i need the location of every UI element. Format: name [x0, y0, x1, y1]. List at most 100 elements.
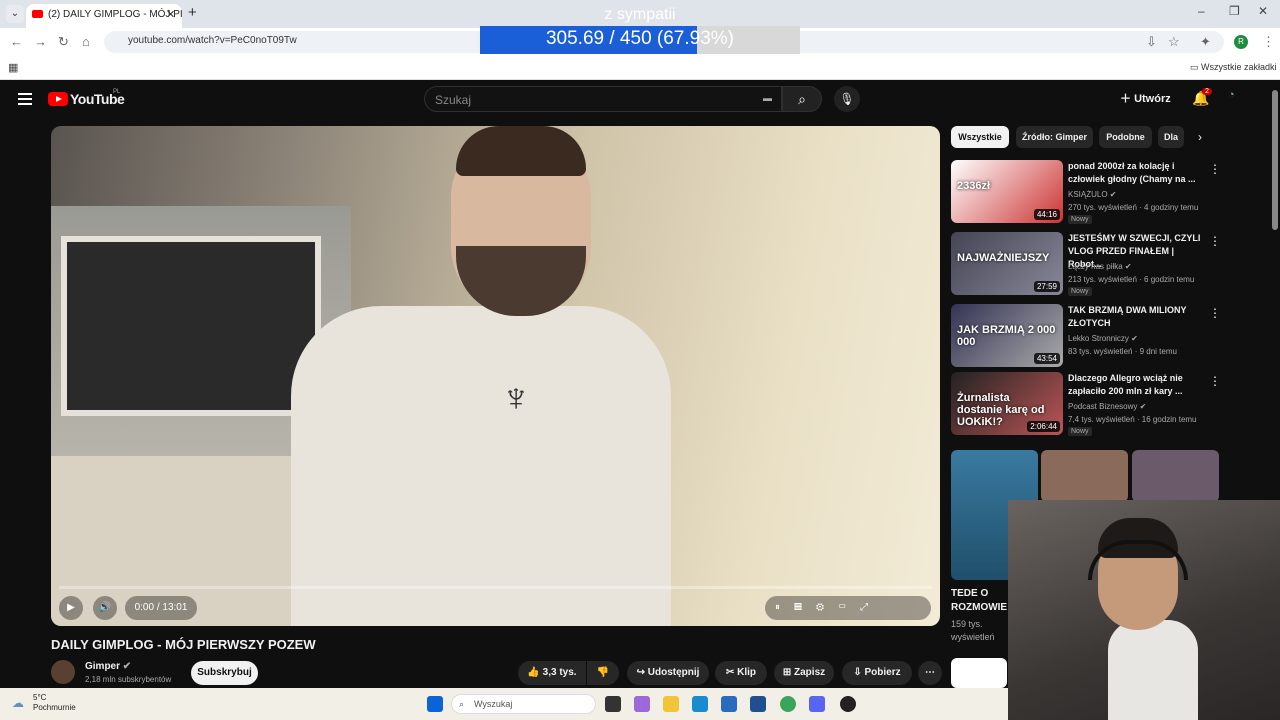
channel-avatar[interactable] — [51, 660, 75, 684]
new-tab-icon[interactable]: + — [188, 4, 197, 21]
edge-icon[interactable] — [692, 696, 708, 712]
rec-channel: Łączy nas piłka ✔ — [1068, 262, 1132, 271]
video-thumbnail[interactable]: Żurnalista dostanie karę od UOKiK!? 2:06… — [951, 372, 1063, 435]
video-thumbnail[interactable]: JAK BRZMIĄ 2 000 000 43:54 — [951, 304, 1063, 367]
menu-icon[interactable]: ⋮ — [1262, 34, 1275, 50]
dislike-icon[interactable]: 👎 — [587, 661, 619, 685]
close-tab-icon[interactable]: ✕ — [166, 4, 175, 26]
video-duration: 43:54 — [1033, 353, 1060, 364]
thumbnail-text: NAJWAŻNIEJSZY — [957, 252, 1050, 264]
miniplayer-icon[interactable]: ▭ — [838, 602, 860, 613]
search-input[interactable]: Szukaj ▬ — [424, 86, 782, 112]
recommended-video[interactable]: 2336zł 44:16 ponad 2000zł za kolację i c… — [951, 160, 1221, 224]
apps-icon[interactable]: ▦ — [8, 61, 18, 74]
recommended-video[interactable]: JAK BRZMIĄ 2 000 000 43:54 TAK BRZMIĄ DW… — [951, 304, 1221, 368]
volume-icon[interactable]: 🔊 — [93, 596, 117, 620]
search-placeholder: Szukaj — [435, 93, 472, 107]
tab-search-icon[interactable]: ⌄ — [6, 5, 24, 23]
rec-channel-name: Podcast Biznesowy — [1068, 402, 1138, 411]
video-duration: 27:59 — [1033, 281, 1060, 292]
fullscreen-icon[interactable]: ⤢ — [860, 602, 882, 613]
thumbnail-text: JAK BRZMIĄ 2 000 000 — [957, 324, 1056, 348]
video-thumbnail[interactable]: NAJWAŻNIEJSZY 27:59 — [951, 232, 1063, 295]
save-button[interactable]: ⊞ Zapisz — [774, 661, 834, 685]
more-options-icon[interactable]: ⋮ — [1209, 374, 1221, 388]
chip-source[interactable]: Źródło: Gimper — [1016, 126, 1093, 148]
channel-name[interactable]: Gimper ✔ — [85, 661, 131, 672]
back-icon[interactable]: ← — [10, 34, 23, 49]
restore-icon[interactable]: ❐ — [1229, 4, 1240, 18]
autoplay-toggle-icon[interactable]: ⏸ — [775, 602, 794, 613]
next-thumbnail[interactable] — [951, 658, 1007, 688]
rec-title[interactable]: Dlaczego Allegro wciąż nie zapłaciło 200… — [1068, 372, 1205, 398]
chip-all[interactable]: Wszystkie — [951, 126, 1009, 148]
copilot-icon[interactable] — [634, 696, 650, 712]
share-button[interactable]: ↪ Udostępnij — [627, 661, 709, 685]
microphone-icon[interactable]: 🎙 — [834, 86, 860, 112]
chip-related[interactable]: Podobne — [1099, 126, 1152, 148]
settings-gear-icon[interactable]: ⚙ — [816, 602, 838, 613]
rec-title[interactable]: TAK BRZMIĄ DWA MILIONY ZŁOTYCH — [1068, 304, 1205, 330]
goal-progress-text: 305.69 / 450 (67.93%) — [545, 28, 735, 49]
outlook-icon[interactable] — [721, 696, 737, 712]
browser-tab[interactable]: (2) DAILY GIMPLOG - MÓJ PIERW... ✕ — [26, 4, 182, 28]
bookmark-star-icon[interactable]: ☆ — [1168, 34, 1180, 50]
youtube-logo-icon[interactable] — [48, 92, 68, 106]
subscribe-button[interactable]: Subskrybuj — [191, 661, 258, 685]
more-options-icon[interactable]: ⋮ — [1209, 162, 1221, 176]
new-badge: Nowy — [1068, 287, 1092, 296]
create-label: Utwórz — [1134, 93, 1171, 105]
short-thumbnail-2[interactable] — [1041, 450, 1128, 502]
like-button[interactable]: 👍 3,3 tys. — [518, 661, 586, 685]
play-icon[interactable]: ▶ — [59, 596, 83, 620]
more-options-icon[interactable]: ⋮ — [1209, 234, 1221, 248]
rec-meta: 213 tys. wyświetleń · 6 godzin temu — [1068, 275, 1195, 284]
create-button[interactable]: ＋ Utwórz — [1120, 90, 1171, 106]
video-thumbnail[interactable]: 2336zł 44:16 — [951, 160, 1063, 223]
home-icon[interactable]: ⌂ — [82, 34, 90, 49]
page-scrollbar[interactable] — [1272, 90, 1278, 230]
shirt-graphic-icon: ♆ — [501, 376, 531, 420]
file-explorer-icon[interactable] — [663, 696, 679, 712]
hamburger-menu-icon[interactable] — [18, 93, 32, 105]
download-button[interactable]: ⇩ Pobierz — [842, 661, 912, 685]
close-window-icon[interactable]: ✕ — [1258, 4, 1268, 18]
search-icon[interactable]: ⌕ — [782, 86, 822, 112]
video-player[interactable]: ♆ ▶ 🔊 0:00 / 13:01 ⏸▤⚙▭⤢ — [51, 126, 940, 626]
player-controls-right: ⏸▤⚙▭⤢ — [765, 596, 931, 620]
taskbar-search[interactable]: ⌕ Wyszukaj — [451, 694, 596, 714]
recommended-video[interactable]: NAJWAŻNIEJSZY 27:59 JESTEŚMY W SZWECJI, … — [951, 232, 1221, 296]
short-title[interactable]: TEDE O ROZMOWIE — [951, 587, 1007, 615]
chip-for-you[interactable]: Dla — [1158, 126, 1184, 148]
reload-icon[interactable]: ↻ — [58, 34, 69, 50]
more-options-icon[interactable]: ⋮ — [1209, 306, 1221, 320]
discord-icon[interactable] — [809, 696, 825, 712]
chrome-icon[interactable] — [780, 696, 796, 712]
recommended-video[interactable]: Żurnalista dostanie karę od UOKiK!? 2:06… — [951, 372, 1221, 436]
all-bookmarks-label: Wszystkie zakładki — [1201, 62, 1277, 72]
obs-icon[interactable] — [840, 696, 856, 712]
account-avatar[interactable]: ◔ — [1228, 89, 1250, 109]
rec-title[interactable]: ponad 2000zł za kolację i człowiek głodn… — [1068, 160, 1205, 186]
windows-start-icon[interactable] — [427, 696, 443, 712]
install-icon[interactable]: ⇩ — [1146, 34, 1157, 50]
task-view-icon[interactable] — [605, 696, 621, 712]
profile-avatar[interactable]: R — [1234, 35, 1248, 49]
extensions-icon[interactable]: ✦ — [1200, 34, 1211, 50]
minimize-icon[interactable]: – — [1198, 4, 1205, 18]
subtitles-icon[interactable]: ▤ — [794, 602, 816, 613]
chips-next-icon[interactable]: › — [1198, 130, 1202, 144]
donation-goal-overlay: z sympatii 305.69 / 450 (67.93%) — [480, 6, 800, 54]
short-thumbnail-3[interactable] — [1132, 450, 1219, 502]
store-icon[interactable] — [750, 696, 766, 712]
verified-icon: ✔ — [122, 661, 132, 672]
more-actions-icon[interactable]: ⋯ — [918, 661, 942, 685]
region-code: PL — [113, 89, 121, 95]
clip-button[interactable]: ✂ Klip — [715, 661, 767, 685]
all-bookmarks[interactable]: ▭ Wszystkie zakładki — [1190, 62, 1277, 73]
video-progress-bar[interactable] — [59, 586, 932, 589]
video-duration: 44:16 — [1033, 209, 1060, 220]
keyboard-icon[interactable]: ▬ — [763, 93, 772, 103]
forward-icon[interactable]: → — [34, 34, 47, 49]
weather-widget[interactable]: 5°C Pochmurnie — [33, 693, 76, 713]
